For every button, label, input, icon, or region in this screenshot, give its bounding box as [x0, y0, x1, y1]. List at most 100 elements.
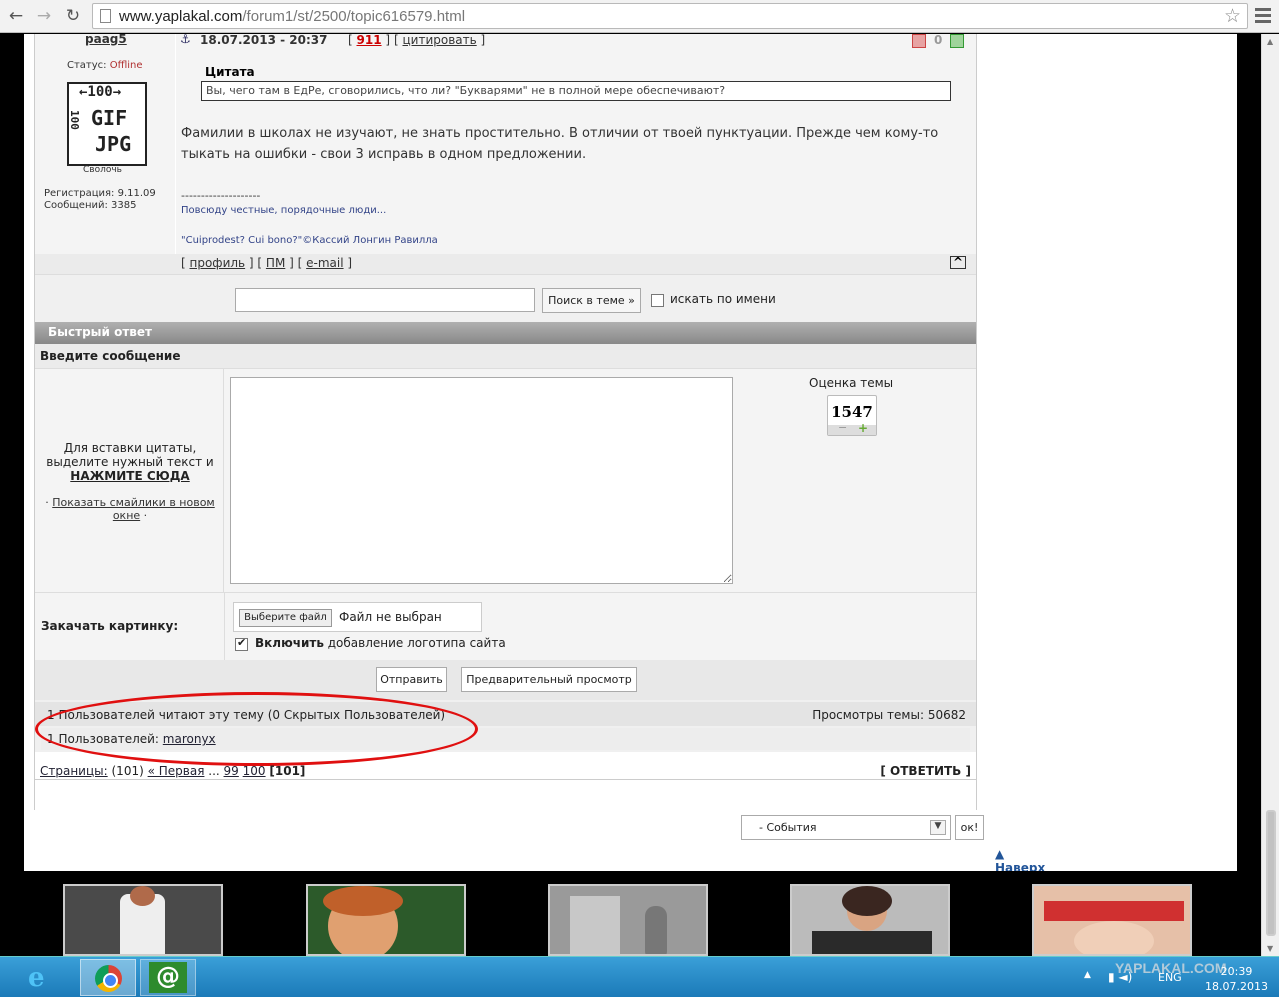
file-status: Файл не выбран	[339, 610, 442, 624]
quote-hint: Для вставки цитаты, выделите нужный текс…	[40, 441, 220, 483]
pagination: Страницы: (101) « Первая ... 99 100 [101…	[35, 754, 976, 780]
quick-reply-subtitle: Введите сообщение	[35, 344, 976, 368]
quote-text: Вы, чего там в ЕдРе, сговорились, что ли…	[201, 81, 951, 101]
quick-reply-sidebar: Для вставки цитаты, выделите нужный текс…	[35, 369, 224, 593]
thumb-down-icon[interactable]	[912, 34, 926, 48]
forum-page: paag5 Статус: Offline ←100→ 100 GIF JPG …	[24, 32, 1237, 875]
tray-expand-icon[interactable]: ▲	[1084, 970, 1091, 980]
topic-rating-value: 1547	[831, 403, 873, 421]
reply-link[interactable]: [ ОТВЕТИТЬ ]	[880, 764, 971, 778]
divider	[224, 593, 225, 661]
ok-button[interactable]: ок!	[955, 815, 984, 840]
events-select[interactable]: - События ▼	[741, 815, 951, 840]
page-100-link[interactable]: 100	[243, 764, 266, 778]
rating-controls: − +	[828, 421, 876, 435]
post-header: ⚓ 18.07.2013 - 20:37 [ 911 ] [ цитироват…	[180, 32, 976, 52]
insert-quote-link[interactable]: НАЖМИТЕ СЮДА	[40, 469, 220, 483]
scroll-down-icon[interactable]: ▼	[1267, 944, 1273, 953]
post-footer: [ профиль ] [ ПМ ] [ e-mail ] ^	[35, 254, 976, 274]
avatar: ←100→ 100 GIF JPG	[67, 82, 147, 166]
first-page-link[interactable]: « Первая	[148, 764, 205, 778]
send-button[interactable]: Отправить	[376, 667, 447, 692]
quick-reply-form: Для вставки цитаты, выделите нужный текс…	[35, 368, 976, 593]
thumbnail-2[interactable]	[306, 884, 466, 956]
add-logo-checkbox[interactable]	[235, 636, 248, 651]
internet-explorer-icon[interactable]: e	[18, 959, 74, 996]
clock[interactable]: 20:39 18.07.2013	[1205, 964, 1268, 994]
file-input[interactable]: Выберите файл Файл не выбран	[233, 602, 482, 632]
thumbnail-4[interactable]	[790, 884, 950, 956]
author-stats: Регистрация: 9.11.09 Сообщений: 3385	[44, 188, 156, 211]
chevron-down-icon[interactable]: ▼	[930, 820, 946, 835]
post-body: Фамилии в школах не изучают, не знать пр…	[181, 126, 939, 162]
thumbnail-5[interactable]	[1032, 884, 1192, 956]
rating-plus-icon[interactable]: +	[858, 421, 868, 435]
choose-file-button[interactable]: Выберите файл	[239, 609, 332, 627]
page-icon	[100, 9, 111, 23]
thumbnail-1[interactable]	[63, 884, 223, 956]
scroll-up-icon[interactable]: ▲	[1267, 37, 1273, 46]
arrow-right-icon[interactable]: →	[33, 6, 55, 26]
search-by-name-checkbox[interactable]	[651, 294, 664, 307]
search-button[interactable]: Поиск в теме »	[542, 288, 641, 313]
upload-image-row: Закачать картинку: Выберите файл Файл не…	[35, 592, 976, 661]
upload-label: Закачать картинку:	[41, 619, 179, 633]
message-textarea[interactable]	[230, 377, 733, 584]
author-rank: Сволочь	[83, 165, 122, 175]
post-date: 18.07.2013 - 20:37	[200, 33, 328, 47]
chrome-icon[interactable]	[80, 959, 136, 996]
rating-value: 0	[934, 33, 943, 47]
topic-rating-widget: 1547 − +	[827, 395, 877, 436]
hamburger-icon[interactable]	[1255, 8, 1271, 23]
scrollbar-thumb[interactable]	[1266, 810, 1276, 936]
mail-agent-icon[interactable]: @	[140, 959, 196, 996]
pages-label[interactable]: Страницы:	[40, 764, 108, 778]
thumb-up-icon[interactable]	[950, 34, 964, 48]
show-smiles-link[interactable]: Показать смайлики в новом окне	[52, 496, 214, 522]
address-bar[interactable]: www.yaplakal.com/forum1/st/2500/topic616…	[92, 3, 1248, 29]
post-number[interactable]: [ 911 ]	[348, 33, 390, 47]
pagination-links: Страницы: (101) « Первая ... 99 100 [101…	[40, 764, 306, 778]
post: paag5 Статус: Offline ←100→ 100 GIF JPG …	[35, 32, 976, 254]
page-99-link[interactable]: 99	[224, 764, 239, 778]
language-indicator[interactable]: ENG	[1158, 971, 1182, 984]
add-logo-label: Включить добавление логотипа сайта	[255, 636, 506, 650]
smiles-link-wrap: · Показать смайлики в новом окне ·	[45, 496, 215, 522]
scroll-top-button[interactable]: ^	[950, 256, 967, 269]
events-select-value: - События	[759, 821, 817, 834]
search-by-name-label: искать по имени	[670, 292, 776, 306]
browser-toolbar: ← → ↻ www.yaplakal.com/forum1/st/2500/to…	[0, 0, 1279, 33]
signature-line-2: "Cuiprodest? Cui bono?"©Кассий Лонгин Ра…	[181, 235, 438, 246]
preview-button[interactable]: Предварительный просмотр	[461, 667, 637, 692]
star-icon[interactable]: ☆	[1224, 5, 1241, 27]
thumbnail-3[interactable]	[548, 884, 708, 956]
author-status: Статус: Offline	[67, 60, 143, 71]
topic-rating-label: Оценка темы	[809, 376, 894, 390]
reload-icon[interactable]: ↻	[62, 6, 84, 26]
thumbnail-strip	[0, 871, 1261, 956]
signature-line-1: Повсюду честные, порядочные люди...	[181, 205, 387, 216]
topic-column: paag5 Статус: Offline ←100→ 100 GIF JPG …	[34, 32, 1045, 875]
triangle-up-icon: ▲	[995, 847, 1005, 861]
post-author-panel: paag5 Статус: Offline ←100→ 100 GIF JPG …	[35, 32, 176, 254]
page-scrollbar[interactable]: ▲ ▼	[1261, 34, 1279, 956]
anchor-icon[interactable]: ⚓	[180, 32, 191, 46]
volume-icon[interactable]: ▮ ◄)	[1108, 970, 1132, 984]
left-margin	[0, 34, 24, 871]
current-page: [101]	[269, 764, 306, 778]
topic-views: Просмотры темы: 50682	[812, 708, 966, 722]
url-text[interactable]: www.yaplakal.com/forum1/st/2500/topic616…	[119, 8, 465, 25]
post-links: [ профиль ] [ ПМ ] [ e-mail ]	[181, 256, 353, 270]
topic-search: Поиск в теме » искать по имени	[35, 274, 976, 322]
quote-title: Цитата	[205, 65, 255, 79]
email-link[interactable]: e-mail	[306, 256, 343, 270]
quick-reply-title: Быстрый ответ	[35, 322, 976, 344]
profile-link[interactable]: профиль	[190, 256, 246, 270]
author-name[interactable]: paag5	[85, 32, 127, 46]
rating-minus-icon[interactable]: −	[838, 421, 847, 434]
arrow-left-icon[interactable]: ←	[5, 6, 27, 26]
pm-link[interactable]: ПМ	[266, 256, 285, 270]
cite-link[interactable]: [ цитировать ]	[394, 33, 485, 47]
search-input[interactable]	[235, 288, 535, 312]
signature-separator: --------------------	[181, 189, 261, 202]
